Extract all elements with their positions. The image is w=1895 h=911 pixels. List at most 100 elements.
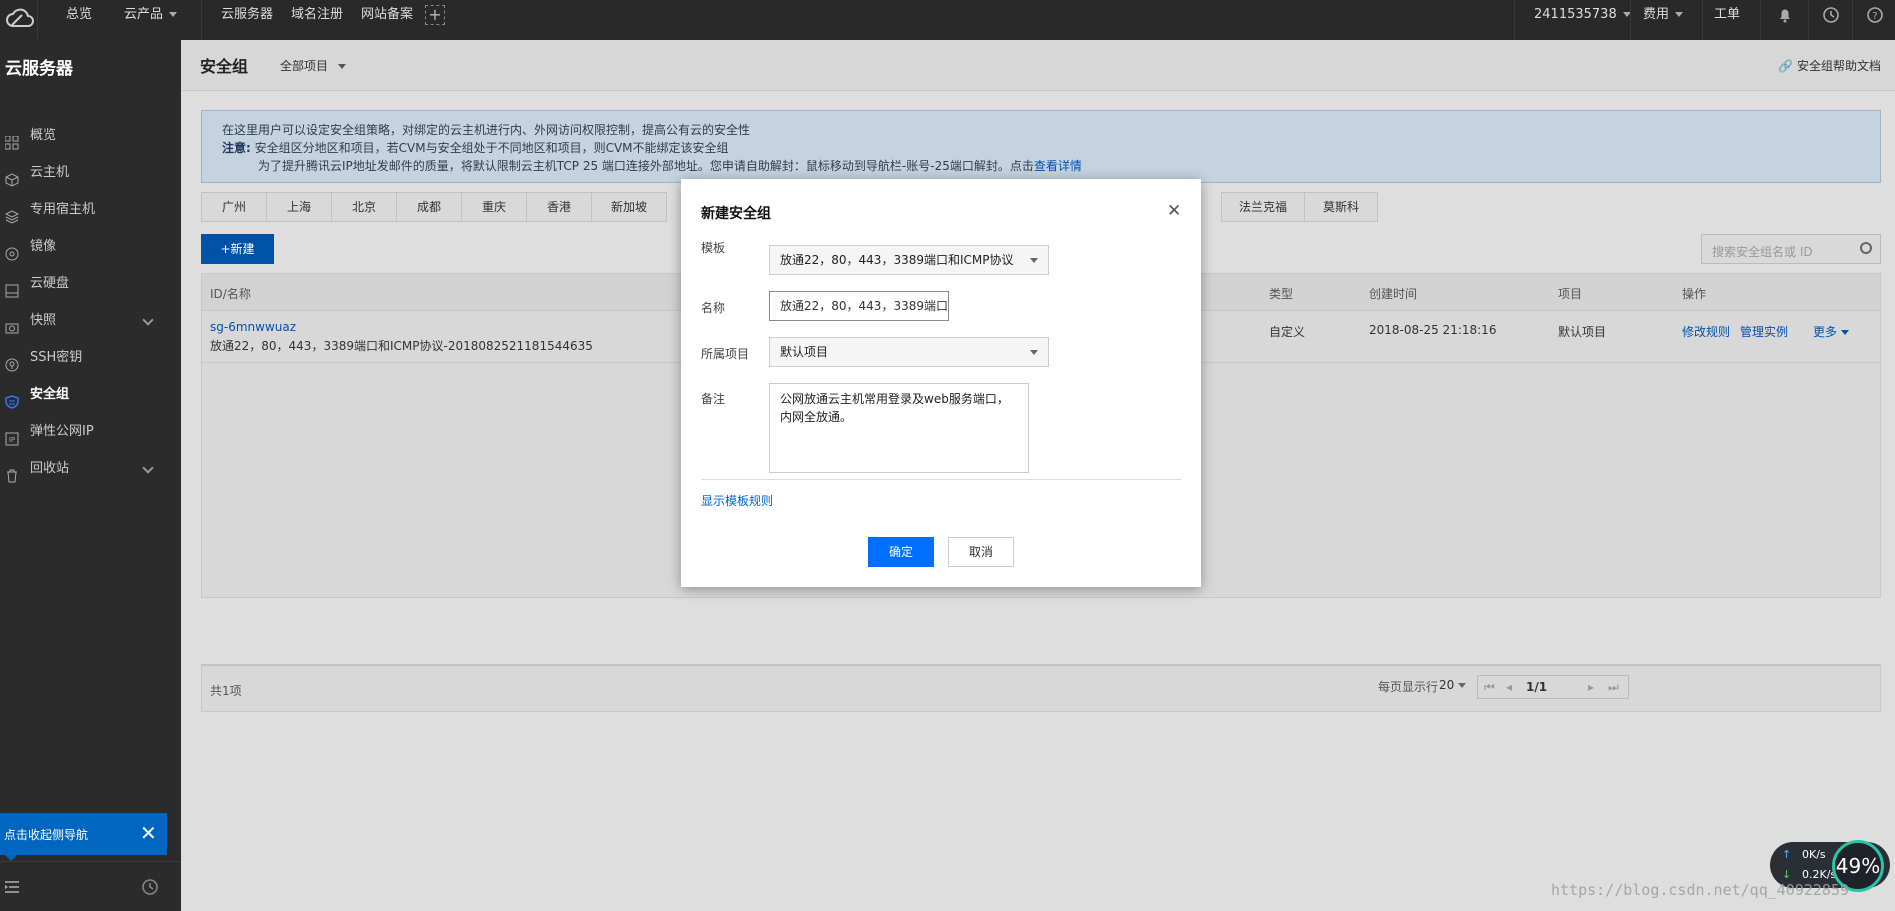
nav-overview[interactable]: 总览 bbox=[66, 0, 92, 40]
cloud-logo-icon[interactable] bbox=[0, 0, 38, 40]
name-label: 名称 bbox=[701, 301, 726, 315]
per-page-select[interactable]: 20 bbox=[1439, 678, 1467, 692]
chevron-down-icon bbox=[142, 314, 154, 326]
template-select[interactable]: 放通22，80，443，3389端口和ICMP协议 bbox=[769, 245, 1049, 275]
more-actions-dropdown[interactable]: 更多 bbox=[1813, 323, 1849, 340]
watermark: https://blog.csdn.net/qq_40922859 bbox=[1551, 881, 1850, 899]
divider bbox=[1702, 0, 1703, 40]
divider bbox=[1808, 0, 1809, 40]
camera-icon bbox=[5, 314, 19, 334]
tab-region[interactable]: 法兰克福 bbox=[1221, 192, 1305, 222]
sidebar-item-cbs[interactable]: 云硬盘 bbox=[0, 266, 181, 302]
search-icon[interactable] bbox=[1860, 242, 1872, 254]
key-icon bbox=[5, 351, 19, 372]
project-filter-label: 全部项目 bbox=[280, 59, 329, 73]
collapse-nav-tip: 点击收起侧导航 ✕ bbox=[0, 813, 167, 861]
account-menu[interactable]: 2411535738 bbox=[1534, 0, 1631, 40]
sidebar: 云服务器 概览 云主机 专用宿主机 镜像 云硬盘 快照 SSH密钥 安全组 IP… bbox=[0, 40, 181, 911]
sidebar-item-label: 云硬盘 bbox=[30, 276, 70, 291]
close-icon[interactable]: ✕ bbox=[140, 821, 157, 845]
security-group-type: 自定义 bbox=[1269, 325, 1306, 339]
remark-label: 备注 bbox=[701, 392, 726, 406]
notice-label: 注意: bbox=[222, 141, 251, 155]
tab-region[interactable]: 重庆 bbox=[461, 192, 527, 222]
prev-page-icon[interactable]: ◂ bbox=[1506, 680, 1512, 694]
confirm-button[interactable]: 确定 bbox=[868, 537, 934, 567]
billing-menu[interactable]: 费用 bbox=[1643, 0, 1684, 40]
tab-region[interactable]: 香港 bbox=[526, 192, 592, 222]
pagination: ⏮ ◂ 1/1 ▸ ⏭ bbox=[1477, 675, 1629, 699]
remark-field[interactable]: 公网放通云主机常用登录及web服务端口，内网全放通。 bbox=[769, 383, 1029, 473]
tab-region[interactable]: 广州 bbox=[201, 192, 267, 222]
sidebar-item-recycle-bin[interactable]: 回收站 bbox=[0, 451, 181, 487]
project-select[interactable]: 默认项目 bbox=[769, 337, 1049, 367]
notice-line-3-text: 为了提升腾讯云IP地址发邮件的质量，将默认限制云主机TCP 25 端口连接外部地… bbox=[258, 159, 1034, 173]
bell-icon[interactable] bbox=[1776, 6, 1794, 24]
sidebar-item-security-group[interactable]: 安全组 bbox=[0, 377, 181, 413]
ticket-link[interactable]: 工单 bbox=[1714, 0, 1740, 40]
first-page-icon[interactable]: ⏮ bbox=[1484, 680, 1495, 695]
info-notice: 在这里用户可以设定安全组策略，对绑定的云主机进行内、外网访问权限控制，提高公有云… bbox=[201, 110, 1881, 183]
sidebar-item-ssh-key[interactable]: SSH密钥 bbox=[0, 340, 181, 376]
page-title: 安全组 bbox=[200, 57, 249, 76]
template-value: 放通22，80，443，3389端口和ICMP协议 bbox=[780, 253, 1014, 267]
svg-text:IP: IP bbox=[9, 436, 15, 444]
add-shortcut-button[interactable]: + bbox=[425, 5, 445, 25]
next-page-icon[interactable]: ▸ bbox=[1588, 680, 1594, 694]
project-value: 默认项目 bbox=[780, 345, 829, 359]
more-actions-label: 更多 bbox=[1813, 325, 1838, 339]
sidebar-item-images[interactable]: 镜像 bbox=[0, 229, 181, 265]
nav-products-label: 云产品 bbox=[124, 7, 164, 22]
notice-line-2: 注意: 安全组区分地区和项目，若CVM与安全组处于不同地区和项目，则CVM不能绑… bbox=[222, 139, 729, 156]
search-input[interactable]: 搜索安全组名或 ID bbox=[1701, 234, 1881, 264]
tab-region[interactable]: 成都 bbox=[396, 192, 462, 222]
new-security-group-button[interactable]: +新建 bbox=[201, 234, 274, 264]
sidebar-item-label: 概览 bbox=[30, 128, 57, 143]
sidebar-item-dedicated-host[interactable]: 专用宿主机 bbox=[0, 192, 181, 228]
project-label: 所属项目 bbox=[701, 347, 750, 361]
sidebar-item-overview[interactable]: 概览 bbox=[0, 118, 181, 154]
sidebar-title: 云服务器 bbox=[5, 59, 73, 79]
sidebar-item-cvm[interactable]: 云主机 bbox=[0, 155, 181, 191]
name-field[interactable]: 放通22，80，443，3389端口 bbox=[769, 291, 949, 321]
created-time: 2018-08-25 21:18:16 bbox=[1369, 323, 1497, 337]
tab-region[interactable]: 上海 bbox=[266, 192, 332, 222]
chevron-down-icon bbox=[1458, 683, 1467, 688]
sidebar-item-eip[interactable]: IP 弹性公网IP bbox=[0, 414, 181, 450]
sidebar-item-snapshot[interactable]: 快照 bbox=[0, 303, 181, 339]
nav-icp[interactable]: 网站备案 bbox=[361, 0, 413, 40]
show-template-rules-link[interactable]: 显示模板规则 bbox=[701, 492, 773, 509]
page-indicator[interactable]: 1/1 bbox=[1526, 680, 1547, 694]
history-icon[interactable] bbox=[141, 878, 159, 900]
cube-icon bbox=[5, 166, 19, 187]
manage-instances-link[interactable]: 管理实例 bbox=[1740, 323, 1788, 340]
security-group-id-link[interactable]: sg-6mnwwuaz bbox=[210, 320, 296, 334]
ip-icon: IP bbox=[5, 425, 19, 446]
chevron-down-icon bbox=[338, 64, 347, 69]
tab-region[interactable]: 新加坡 bbox=[591, 192, 667, 222]
nav-cvm[interactable]: 云服务器 bbox=[221, 0, 273, 40]
trash-icon bbox=[5, 462, 19, 483]
nav-domain[interactable]: 域名注册 bbox=[291, 0, 343, 40]
cancel-button[interactable]: 取消 bbox=[948, 537, 1014, 567]
tab-region[interactable]: 莫斯科 bbox=[1304, 192, 1378, 222]
nav-products[interactable]: 云产品 bbox=[124, 0, 178, 40]
notice-line-2-text: 安全组区分地区和项目，若CVM与安全组处于不同地区和项目，则CVM不能绑定该安全… bbox=[254, 141, 729, 155]
help-doc-link[interactable]: 🔗 安全组帮助文档 bbox=[1778, 57, 1881, 74]
search-placeholder: 搜索安全组名或 ID bbox=[1712, 245, 1813, 259]
notice-line-1: 在这里用户可以设定安全组策略，对绑定的云主机进行内、外网访问权限控制，提高公有云… bbox=[222, 123, 751, 137]
link-icon: 🔗 bbox=[1778, 59, 1794, 73]
collapse-menu-icon[interactable] bbox=[4, 880, 20, 898]
column-header: 创建时间 bbox=[1369, 287, 1418, 301]
project-filter[interactable]: 全部项目 bbox=[280, 57, 347, 74]
close-icon[interactable]: ✕ bbox=[1167, 201, 1181, 221]
chevron-down-icon bbox=[1030, 258, 1038, 263]
view-details-link[interactable]: 查看详情 bbox=[1034, 159, 1082, 173]
clock-icon[interactable] bbox=[1822, 6, 1840, 24]
tab-region[interactable]: 北京 bbox=[331, 192, 397, 222]
sidebar-item-label: SSH密钥 bbox=[30, 350, 83, 365]
edit-rules-link[interactable]: 修改规则 bbox=[1682, 323, 1730, 340]
column-header: 类型 bbox=[1269, 287, 1294, 301]
last-page-icon[interactable]: ⏭ bbox=[1608, 680, 1619, 695]
help-icon[interactable]: ? bbox=[1866, 6, 1884, 24]
